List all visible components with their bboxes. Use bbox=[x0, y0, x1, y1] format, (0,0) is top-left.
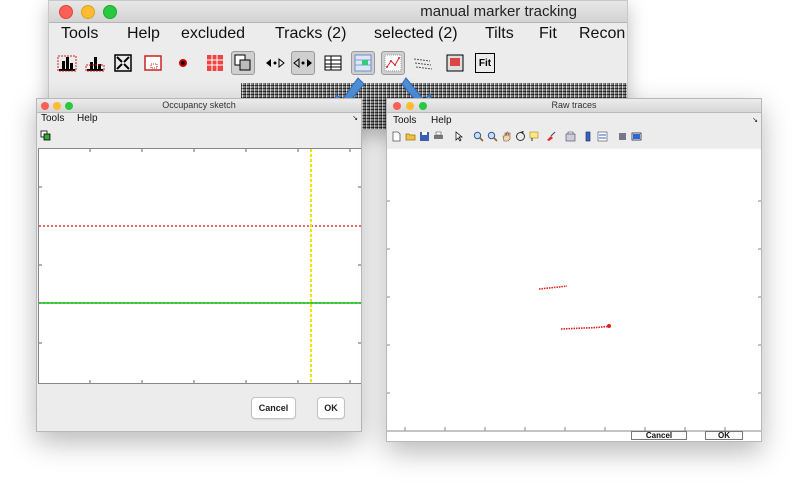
table-icon[interactable] bbox=[321, 51, 345, 75]
pan-icon[interactable] bbox=[501, 131, 512, 142]
raw-traces-plot[interactable]: Cancel OK bbox=[387, 149, 761, 441]
histogram-icon[interactable] bbox=[55, 51, 79, 75]
rotate-icon[interactable] bbox=[515, 131, 526, 142]
overlap-icon[interactable] bbox=[231, 51, 255, 75]
menu-help[interactable]: Help bbox=[77, 113, 98, 124]
trace-2 bbox=[560, 325, 612, 330]
box-icon[interactable] bbox=[141, 51, 165, 75]
new-file-icon[interactable] bbox=[391, 131, 402, 142]
data-cursor-icon[interactable] bbox=[529, 131, 540, 142]
main-title-bar: manual marker tracking bbox=[49, 1, 627, 23]
main-window-title: manual marker tracking bbox=[420, 3, 577, 20]
menu-help[interactable]: Help bbox=[127, 25, 160, 43]
ok-button[interactable]: OK bbox=[317, 397, 345, 419]
raw-traces-toolbar bbox=[387, 129, 761, 145]
zoom-in-icon[interactable] bbox=[473, 131, 484, 142]
link-icon[interactable] bbox=[565, 131, 576, 142]
menu-tilts[interactable]: Tilts bbox=[485, 25, 514, 43]
raw-traces-menubar: Tools Help ↘ bbox=[387, 115, 761, 127]
occupancy-window: Occupancy sketch Tools Help ↘ Cancel OK bbox=[36, 98, 362, 432]
menu-tools[interactable]: Tools bbox=[393, 115, 416, 126]
raw-traces-window: Raw traces Tools Help ↘ Cancel OK bbox=[386, 98, 762, 442]
arrows-right-icon[interactable] bbox=[291, 51, 315, 75]
dot-icon[interactable] bbox=[171, 51, 195, 75]
arrows-left-icon[interactable] bbox=[263, 51, 287, 75]
brush-icon[interactable] bbox=[545, 131, 556, 142]
fit-icon-label: Fit bbox=[475, 53, 495, 73]
occupancy-title-bar: Occupancy sketch bbox=[37, 99, 361, 113]
colorbar-icon[interactable] bbox=[583, 131, 594, 142]
scatter-icon[interactable] bbox=[381, 51, 405, 75]
resize-corner-icon[interactable]: ↘ bbox=[752, 116, 758, 124]
legend-icon[interactable] bbox=[597, 131, 608, 142]
overlap-icon[interactable] bbox=[40, 129, 52, 141]
ok-button[interactable]: OK bbox=[705, 431, 743, 440]
menu-help[interactable]: Help bbox=[431, 115, 452, 126]
hide-plot-tools-icon[interactable] bbox=[617, 131, 628, 142]
occupancy-window-title: Occupancy sketch bbox=[162, 100, 236, 110]
trace-2-end bbox=[607, 324, 611, 328]
menu-recon[interactable]: Recon bbox=[579, 25, 625, 43]
pointer-icon[interactable] bbox=[453, 131, 464, 142]
text-lines-icon[interactable] bbox=[411, 51, 435, 75]
menu-tools[interactable]: Tools bbox=[41, 113, 64, 124]
main-menubar: Tools Help excluded Tracks (2) selected … bbox=[49, 23, 627, 45]
raw-traces-title-bar: Raw traces bbox=[387, 99, 761, 113]
expand-icon[interactable] bbox=[111, 51, 135, 75]
cancel-button[interactable]: Cancel bbox=[251, 397, 296, 419]
fit-icon[interactable]: Fit bbox=[473, 51, 497, 75]
grid-icon[interactable] bbox=[203, 51, 227, 75]
resize-corner-icon[interactable]: ↘ bbox=[352, 114, 358, 122]
frame-icon[interactable] bbox=[443, 51, 467, 75]
histogram-fill-icon[interactable] bbox=[83, 51, 107, 75]
menu-selected[interactable]: selected (2) bbox=[374, 25, 458, 43]
raw-traces-window-title: Raw traces bbox=[551, 100, 597, 110]
zoom-out-icon[interactable] bbox=[487, 131, 498, 142]
print-icon[interactable] bbox=[433, 131, 444, 142]
menu-tracks[interactable]: Tracks (2) bbox=[275, 25, 346, 43]
open-file-icon[interactable] bbox=[405, 131, 416, 142]
occupancy-plot[interactable] bbox=[38, 148, 361, 384]
menu-excluded[interactable]: excluded bbox=[181, 25, 245, 43]
occupancy-menubar: Tools Help ↘ bbox=[37, 113, 361, 125]
occupancy-plot-canvas bbox=[39, 149, 361, 383]
menu-fit[interactable]: Fit bbox=[539, 25, 557, 43]
save-icon[interactable] bbox=[419, 131, 430, 142]
raw-traces-canvas bbox=[387, 200, 761, 432]
cancel-button[interactable]: Cancel bbox=[631, 431, 687, 440]
trace-1 bbox=[538, 285, 568, 290]
select-icon[interactable] bbox=[351, 51, 375, 75]
show-plot-tools-icon[interactable] bbox=[631, 131, 642, 142]
menu-tools[interactable]: Tools bbox=[61, 25, 98, 43]
